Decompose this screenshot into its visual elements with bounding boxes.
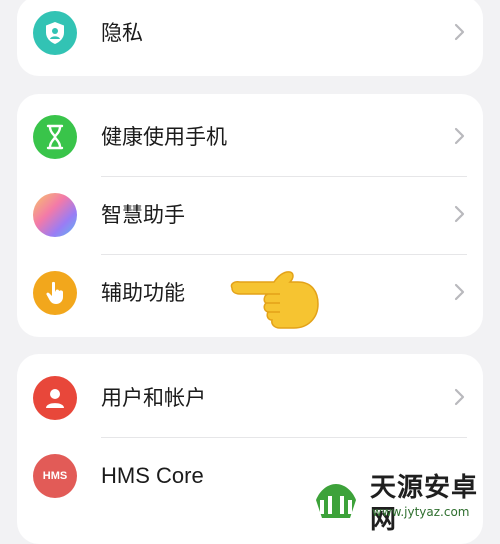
settings-item-label: 智慧助手: [101, 203, 185, 227]
chevron-right-icon: [454, 127, 465, 145]
settings-item-label: 用户和帐户: [101, 386, 206, 410]
chevron-right-icon: [454, 388, 465, 406]
settings-item-label: 隐私: [101, 21, 143, 45]
settings-card-privacy: 隐私: [17, 0, 483, 76]
accessibility-hand-icon: [33, 271, 77, 315]
hms-icon: HMS: [33, 454, 77, 498]
settings-item-digital-balance[interactable]: 健康使用手机: [17, 98, 483, 176]
hourglass-icon: [33, 115, 77, 159]
chevron-right-icon: [454, 23, 465, 41]
smart-assistant-icon: [33, 193, 77, 237]
privacy-shield-icon: [33, 11, 77, 55]
settings-item-label: 健康使用手机: [101, 125, 227, 149]
android-logo-icon: [312, 478, 360, 520]
pointing-hand-icon: [230, 271, 319, 329]
hms-icon-text: HMS: [42, 470, 68, 482]
settings-item-privacy[interactable]: 隐私: [17, 0, 483, 72]
settings-item-label: HMS Core: [101, 463, 204, 488]
watermark-url: www.jytyaz.com: [372, 505, 470, 519]
settings-item-smart-assistant[interactable]: 智慧助手: [17, 177, 483, 255]
chevron-right-icon: [454, 283, 465, 301]
chevron-right-icon: [454, 205, 465, 223]
settings-item-users-accounts[interactable]: 用户和帐户: [17, 359, 483, 437]
user-icon: [33, 376, 77, 420]
settings-item-label: 辅助功能: [101, 281, 185, 305]
watermark-logo: 天源安卓网 www.jytyaz.com: [304, 470, 500, 535]
